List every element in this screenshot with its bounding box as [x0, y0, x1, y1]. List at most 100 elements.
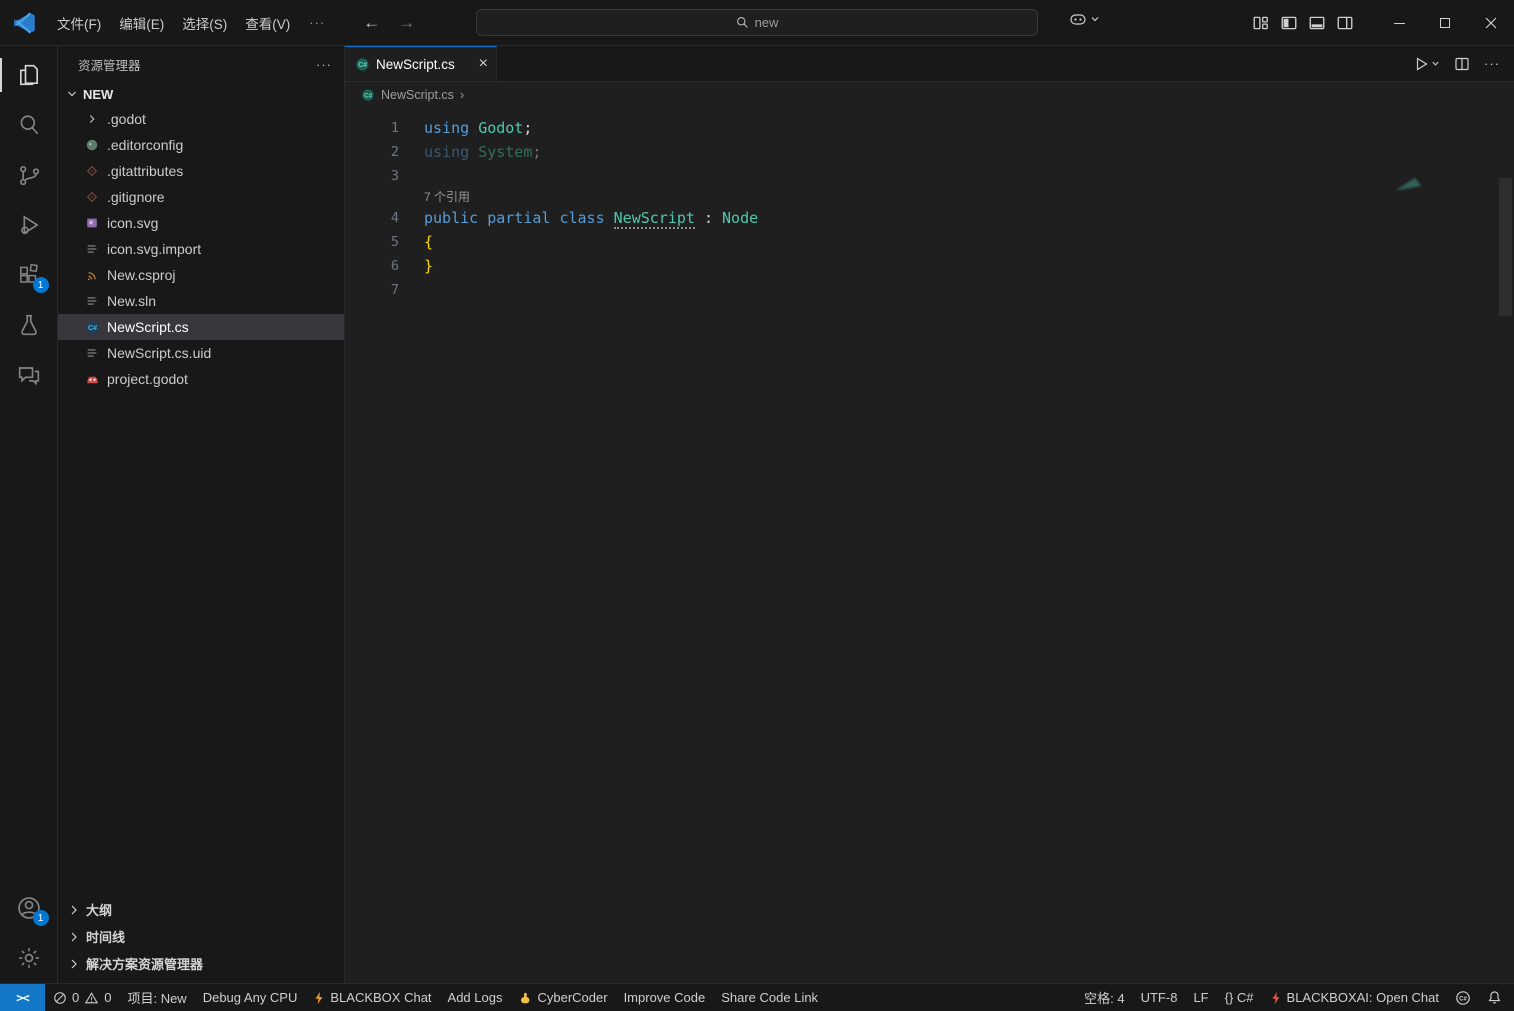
remote-indicator[interactable]: >< — [0, 984, 45, 1011]
minimize-icon — [1393, 22, 1405, 24]
folder-section-header[interactable]: NEW — [58, 82, 344, 106]
file-row[interactable]: .gitattributes — [58, 158, 344, 184]
timeline-section-header[interactable]: 时间线 — [58, 923, 344, 950]
list-icon — [84, 293, 100, 309]
cybercoder-button[interactable]: CyberCoder — [510, 984, 615, 1011]
activitybar-settings[interactable] — [0, 933, 58, 983]
file-name: New.csproj — [107, 267, 176, 283]
nav-back-button[interactable]: ← — [363, 13, 380, 33]
language-mode-indicator[interactable]: {} C# — [1217, 984, 1262, 1011]
tab-newscript[interactable]: C# NewScript.cs × — [345, 46, 497, 81]
blackbox-chat-button[interactable]: BLACKBOX Chat — [305, 984, 439, 1011]
breadcrumb-separator: › — [459, 88, 465, 102]
project-indicator[interactable]: 项目: New — [119, 984, 194, 1011]
codelens-references[interactable]: 7 个引用 — [424, 188, 1514, 206]
notifications-button[interactable] — [1479, 984, 1514, 1011]
activitybar-search[interactable] — [0, 100, 58, 150]
menu-file[interactable]: 文件(F) — [48, 8, 110, 38]
file-row[interactable]: .godot — [58, 106, 344, 132]
menu-view[interactable]: 查看(V) — [236, 8, 299, 38]
activitybar-accounts[interactable]: 1 — [0, 883, 58, 933]
svg-text:C#: C# — [358, 61, 367, 68]
code-text: } — [424, 257, 434, 275]
close-button[interactable] — [1468, 0, 1514, 46]
activitybar-chat[interactable] — [0, 350, 58, 400]
sidebar-more-button[interactable]: ··· — [316, 57, 332, 72]
file-name: icon.svg — [107, 215, 159, 231]
breadcrumb-file[interactable]: NewScript.cs — [381, 88, 454, 102]
code-line[interactable]: 5{ — [345, 230, 1514, 254]
file-row[interactable]: icon.svg.import — [58, 236, 344, 262]
csharp-status-button[interactable]: C# — [1447, 984, 1479, 1011]
file-row[interactable]: .editorconfig — [58, 132, 344, 158]
toggle-sidebar-right-icon[interactable] — [1336, 14, 1354, 32]
maximize-button[interactable] — [1422, 0, 1468, 46]
activitybar-source-control[interactable] — [0, 150, 58, 200]
nav-forward-button[interactable]: → — [398, 13, 415, 33]
toggle-sidebar-left-icon[interactable] — [1280, 14, 1298, 32]
command-center-search[interactable]: new — [476, 9, 1038, 36]
chevron-down-icon — [68, 91, 76, 97]
csharp-file-icon: C# — [356, 57, 369, 71]
breadcrumb[interactable]: C# NewScript.cs › — [345, 82, 1514, 108]
activitybar-extensions[interactable]: 1 — [0, 250, 58, 300]
customize-layout-icon[interactable] — [1252, 14, 1270, 32]
file-row[interactable]: New.csproj — [58, 262, 344, 288]
file-row[interactable]: icon.svg — [58, 210, 344, 236]
debug-config-indicator[interactable]: Debug Any CPU — [195, 984, 306, 1011]
image-icon — [84, 215, 100, 231]
add-logs-button[interactable]: Add Logs — [440, 984, 511, 1011]
encoding-indicator[interactable]: UTF-8 — [1133, 984, 1186, 1011]
code-line[interactable]: 7 — [345, 278, 1514, 302]
chevron-down-icon — [1091, 17, 1099, 22]
toggle-panel-icon[interactable] — [1308, 14, 1326, 32]
editor-group: C# NewScript.cs × ··· C# NewScript.cs › — [345, 46, 1514, 983]
code-line[interactable]: 3 — [345, 164, 1514, 188]
code-text: public partial class NewScript : Node — [424, 209, 759, 229]
file-row[interactable]: .gitignore — [58, 184, 344, 210]
eol-indicator[interactable]: LF — [1185, 984, 1216, 1011]
menu-edit[interactable]: 编辑(E) — [110, 8, 173, 38]
file-row[interactable]: NewScript.cs.uid — [58, 340, 344, 366]
code-line[interactable]: 1 using Godot; — [345, 116, 1514, 140]
code-editor[interactable]: 1 using Godot; 2 using System; 3 7 个引用 4 public… — [345, 108, 1514, 983]
source-control-icon — [19, 166, 39, 186]
file-name: project.godot — [107, 371, 188, 387]
improve-code-button[interactable]: Improve Code — [616, 984, 714, 1011]
file-row[interactable]: New.sln — [58, 288, 344, 314]
minimap-preview — [1396, 177, 1422, 191]
problems-indicator[interactable]: 0 0 — [45, 984, 119, 1011]
blackboxai-open-chat-button[interactable]: BLACKBOXAI: Open Chat — [1262, 984, 1447, 1011]
error-count: 0 — [72, 990, 80, 1005]
tab-close-button[interactable]: × — [479, 56, 488, 72]
file-row[interactable]: project.godot — [58, 366, 344, 392]
activitybar-testing[interactable] — [0, 300, 58, 350]
editor-scrollbar[interactable] — [1499, 178, 1512, 316]
comments-icon — [18, 367, 39, 386]
menu-more-button[interactable]: ··· — [299, 15, 335, 30]
csharp-file-icon: C# — [362, 89, 374, 101]
indentation-indicator[interactable]: 空格: 4 — [1076, 984, 1132, 1011]
search-icon — [20, 115, 38, 135]
tab-bar: C# NewScript.cs × ··· — [345, 46, 1514, 82]
editor-more-actions-button[interactable]: ··· — [1484, 56, 1500, 71]
split-editor-icon[interactable] — [1454, 56, 1470, 72]
run-file-button[interactable] — [1413, 56, 1440, 72]
minimize-button[interactable] — [1376, 0, 1422, 46]
outline-section-header[interactable]: 大纲 — [58, 896, 344, 923]
menu-selection[interactable]: 选择(S) — [173, 8, 236, 38]
code-line[interactable]: 6} — [345, 254, 1514, 278]
line-number: 4 — [390, 210, 399, 226]
lightning-icon — [315, 991, 323, 1004]
copilot-menu-button[interactable] — [1068, 9, 1100, 29]
maximize-icon — [1440, 18, 1450, 28]
activitybar-explorer[interactable] — [0, 50, 58, 100]
solution-explorer-section-header[interactable]: 解决方案资源管理器 — [58, 950, 344, 977]
activitybar-run-debug[interactable] — [0, 200, 58, 250]
close-icon — [1485, 17, 1497, 29]
code-line[interactable]: 4 public partial class NewScript : Node — [345, 206, 1514, 230]
code-line[interactable]: 2 using System; — [345, 140, 1514, 164]
editorconfig-icon — [84, 137, 100, 153]
file-row-selected[interactable]: C# NewScript.cs — [58, 314, 344, 340]
share-code-link-button[interactable]: Share Code Link — [713, 984, 826, 1011]
